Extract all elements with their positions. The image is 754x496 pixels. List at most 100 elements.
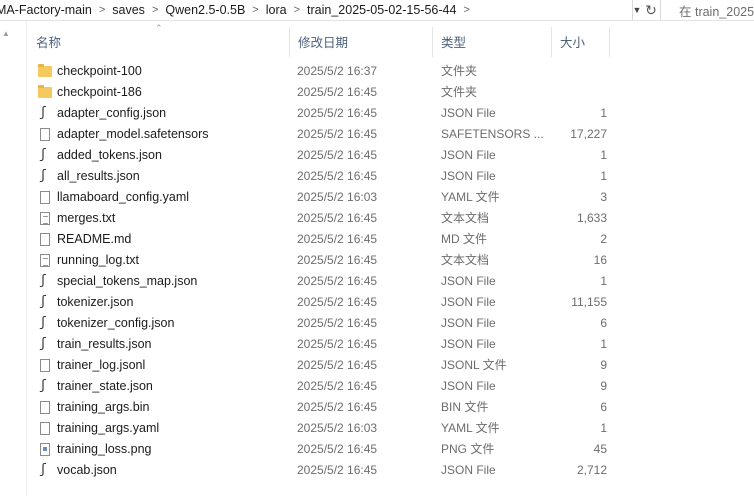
file-modified: 2025/5/2 16:03	[297, 190, 378, 204]
sort-ascending-icon: ⌃	[155, 23, 163, 33]
file-name: adapter_config.json	[57, 106, 167, 120]
file-row[interactable]: adapter_config.json 2025/5/2 16:45 JSON Fi…	[27, 103, 627, 124]
file-size: 11,155	[571, 295, 607, 309]
file-modified: 2025/5/2 16:45	[297, 148, 378, 162]
file-modified: 2025/5/2 16:45	[297, 379, 378, 393]
file-icon-cell	[38, 103, 52, 124]
file-type: JSON File	[441, 106, 496, 120]
file-row[interactable]: all_results.json 2025/5/2 16:45 JSON File 1	[27, 166, 627, 187]
file-modified: 2025/5/2 16:45	[297, 442, 378, 456]
file-icon-cell	[38, 292, 52, 313]
file-row[interactable]: checkpoint-100 2025/5/2 16:37 文件夹	[27, 61, 627, 82]
address-dropdown-icon[interactable]: ▼	[632, 0, 642, 20]
column-modified-header[interactable]: 修改日期	[289, 21, 432, 61]
file-row[interactable]: tokenizer.json 2025/5/2 16:45 JSON File 11,…	[27, 292, 627, 313]
file-row[interactable]: checkpoint-186 2025/5/2 16:45 文件夹	[27, 82, 627, 103]
address-bar: MA-Factory-main > saves > Qwen2.5-0.5B >…	[0, 0, 754, 21]
file-type: JSON File	[441, 337, 496, 351]
breadcrumb-item[interactable]: train_2025-05-02-15-56-44	[303, 3, 460, 17]
file-size: 17,227	[570, 127, 607, 141]
scroll-up-icon[interactable]: ▲	[2, 29, 10, 38]
file-name: running_log.txt	[57, 253, 140, 267]
file-icon-cell	[38, 397, 52, 418]
file-type: JSON File	[441, 169, 496, 183]
chevron-right-icon[interactable]: >	[149, 4, 161, 16]
chevron-right-icon[interactable]: >	[460, 4, 472, 16]
file-name: all_results.json	[57, 169, 140, 183]
file-icon-cell	[38, 166, 52, 187]
file-row[interactable]: README.md 2025/5/2 16:45 MD 文件 2	[27, 229, 627, 250]
file-modified: 2025/5/2 16:45	[297, 211, 378, 225]
json-file-icon	[39, 295, 51, 309]
file-row[interactable]: training_args.yaml 2025/5/2 16:03 YAML 文件 1	[27, 418, 627, 439]
file-type: 文件夹	[441, 64, 478, 78]
file-icon-cell	[38, 229, 52, 250]
file-icon-cell	[38, 250, 52, 271]
file-icon	[40, 359, 50, 372]
file-icon-cell	[38, 145, 52, 166]
file-row[interactable]: running_log.txt 2025/5/2 16:45 文本文档 16	[27, 250, 627, 271]
file-name: training_loss.png	[57, 442, 152, 456]
file-size: 2,712	[576, 463, 607, 477]
chevron-right-icon[interactable]: >	[291, 4, 303, 16]
column-size-header[interactable]: 大小	[551, 21, 609, 61]
file-type: 文本文档	[441, 211, 490, 225]
file-modified: 2025/5/2 16:45	[297, 295, 378, 309]
search-input[interactable]: 在 train_2025-05-02-15-56-44 中搜索	[661, 0, 754, 20]
file-size: 6	[600, 400, 607, 414]
breadcrumb-item[interactable]: lora	[262, 3, 291, 17]
file-icon-cell	[38, 82, 52, 103]
column-divider[interactable]	[609, 27, 610, 57]
file-row[interactable]: merges.txt 2025/5/2 16:45 文本文档 1,633	[27, 208, 627, 229]
breadcrumb-item[interactable]: saves	[108, 3, 149, 17]
file-name: training_args.yaml	[57, 421, 160, 435]
file-row[interactable]: train_results.json 2025/5/2 16:45 JSON Fil…	[27, 334, 627, 355]
file-size: 1	[600, 274, 607, 288]
column-name-label: 名称	[36, 35, 62, 50]
file-icon-cell	[38, 460, 52, 481]
file-icon-cell	[38, 124, 52, 145]
breadcrumb-item[interactable]: Qwen2.5-0.5B	[161, 3, 249, 17]
file-name: added_tokens.json	[57, 148, 162, 162]
file-type: BIN 文件	[441, 400, 489, 414]
file-name: adapter_model.safetensors	[57, 127, 209, 141]
file-size: 2	[600, 232, 607, 246]
file-row[interactable]: vocab.json 2025/5/2 16:45 JSON File 2,712	[27, 460, 627, 481]
file-size: 1	[600, 148, 607, 162]
file-row[interactable]: llamaboard_config.yaml 2025/5/2 16:03 YAML…	[27, 187, 627, 208]
file-row[interactable]: added_tokens.json 2025/5/2 16:45 JSON File…	[27, 145, 627, 166]
file-size: 3	[600, 190, 607, 204]
json-file-icon	[39, 463, 51, 477]
file-modified: 2025/5/2 16:45	[297, 400, 378, 414]
file-size	[507, 61, 607, 82]
file-row[interactable]: tokenizer_config.json 2025/5/2 16:45 JSON …	[27, 313, 627, 334]
file-row[interactable]: training_loss.png 2025/5/2 16:45 PNG 文件 45	[27, 439, 627, 460]
breadcrumb[interactable]: MA-Factory-main > saves > Qwen2.5-0.5B >…	[0, 0, 633, 20]
file-type: JSON File	[441, 316, 496, 330]
file-type: JSON File	[441, 295, 496, 309]
file-size: 9	[600, 358, 607, 372]
file-row[interactable]: training_args.bin 2025/5/2 16:45 BIN 文件 6	[27, 397, 627, 418]
refresh-icon[interactable]: ↻	[642, 0, 661, 20]
file-modified: 2025/5/2 16:45	[297, 316, 378, 330]
file-row[interactable]: special_tokens_map.json 2025/5/2 16:45 JSO…	[27, 271, 627, 292]
file-type: YAML 文件	[441, 190, 500, 204]
json-file-icon	[39, 274, 51, 288]
json-file-icon	[39, 379, 51, 393]
file-row[interactable]: trainer_state.json 2025/5/2 16:45 JSON Fil…	[27, 376, 627, 397]
file-size: 1	[600, 106, 607, 120]
file-name: trainer_log.jsonl	[57, 358, 146, 372]
file-modified: 2025/5/2 16:45	[297, 127, 378, 141]
file-name: train_results.json	[57, 337, 152, 351]
file-icon	[40, 401, 50, 414]
file-row[interactable]: adapter_model.safetensors 2025/5/2 16:45 S…	[27, 124, 627, 145]
file-type: JSON File	[441, 148, 496, 162]
column-type-header[interactable]: 类型	[432, 21, 551, 61]
chevron-right-icon[interactable]: >	[249, 4, 261, 16]
column-size-label: 大小	[560, 35, 586, 50]
chevron-right-icon[interactable]: >	[96, 4, 108, 16]
file-row[interactable]: trainer_log.jsonl 2025/5/2 16:45 JSONL 文件 9	[27, 355, 627, 376]
text-file-icon	[40, 212, 50, 225]
breadcrumb-item[interactable]: MA-Factory-main	[0, 3, 96, 17]
file-name: vocab.json	[57, 463, 117, 477]
